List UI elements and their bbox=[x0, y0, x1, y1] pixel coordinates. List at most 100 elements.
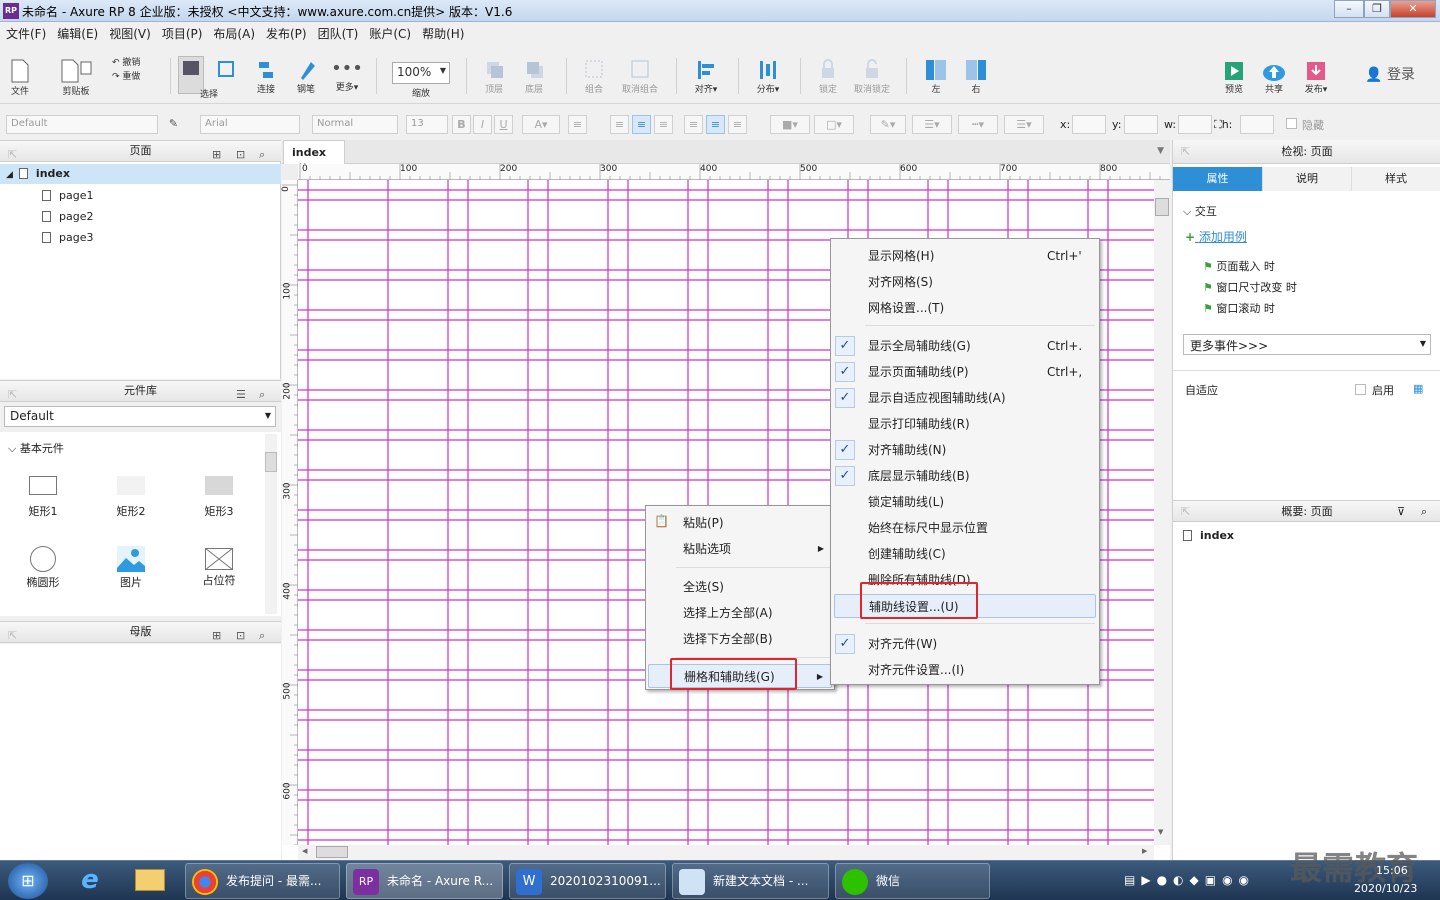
align-right-text-button[interactable]: ≡ bbox=[654, 115, 673, 134]
explorer-icon[interactable] bbox=[130, 867, 170, 895]
tab-style[interactable]: 样式 bbox=[1352, 167, 1440, 191]
preview-button[interactable]: 预览 bbox=[1220, 60, 1248, 95]
menu-edit[interactable]: 编辑(E) bbox=[51, 22, 103, 42]
weight-select[interactable]: Normal bbox=[312, 115, 398, 134]
start-button[interactable]: ⊞ bbox=[8, 863, 48, 899]
filter-icon[interactable]: ⊽ bbox=[1397, 501, 1405, 522]
add-master-icon[interactable]: ⊞ bbox=[212, 626, 221, 646]
redo-button[interactable]: ↷ 重做 bbox=[112, 70, 152, 84]
horizontal-ruler[interactable]: 0 100 200 300 400 500 600 700 800 bbox=[298, 164, 1170, 180]
widget-image[interactable]: 图片 bbox=[101, 546, 161, 590]
line-style-button[interactable]: ┅▾ bbox=[958, 115, 998, 134]
page-item-page1[interactable]: page1 bbox=[42, 189, 93, 202]
tab-notes[interactable]: 说明 bbox=[1263, 167, 1352, 191]
event-page-load[interactable]: ⚑ 页面载入 时 bbox=[1203, 258, 1275, 274]
font-size-select[interactable]: 13 bbox=[406, 115, 448, 134]
submenu-item-1[interactable]: 对齐网格(S) bbox=[831, 270, 1099, 294]
menu-view[interactable]: 视图(V) bbox=[103, 22, 156, 42]
menu-item-paste[interactable]: 粘贴(P) bbox=[646, 511, 834, 535]
adaptive-settings-icon[interactable]: ▦ bbox=[1413, 382, 1423, 395]
menu-item-paste-options[interactable]: 粘贴选项 ▶ bbox=[646, 537, 834, 561]
interaction-section[interactable]: ⌵ 交互 bbox=[1183, 203, 1217, 219]
page-item-index[interactable]: ◢ index bbox=[0, 164, 281, 184]
adaptive-enable-checkbox[interactable] bbox=[1355, 384, 1366, 395]
file-button[interactable]: 文件 bbox=[6, 58, 34, 97]
align-button[interactable]: 对齐▾ bbox=[686, 58, 726, 95]
menu-team[interactable]: 团队(T) bbox=[312, 22, 364, 42]
widget-rect3[interactable]: 矩形3 bbox=[189, 476, 249, 519]
login-button[interactable]: 👤 登录 bbox=[1362, 64, 1418, 84]
maximize-button[interactable]: ❐ bbox=[1364, 0, 1390, 18]
send-bottom-button[interactable]: 底层 bbox=[518, 58, 550, 95]
task-wechat[interactable]: 微信 bbox=[835, 863, 990, 899]
fill-color-button[interactable]: ■▾ bbox=[770, 115, 810, 134]
library-scrollbar[interactable] bbox=[265, 434, 277, 614]
submenu-item-4[interactable]: ✓ 显示页面辅助线(P) Ctrl+, bbox=[831, 360, 1099, 384]
hide-checkbox[interactable] bbox=[1286, 118, 1297, 129]
tab-dropdown-icon[interactable]: ▼ bbox=[1157, 146, 1164, 156]
w-input[interactable] bbox=[1178, 115, 1212, 134]
menu-item-select-all[interactable]: 全选(S) bbox=[646, 575, 834, 599]
submenu-item-11[interactable]: 创建辅助线(C) bbox=[831, 542, 1099, 566]
submenu-item-0[interactable]: 显示网格(H) Ctrl+' bbox=[831, 244, 1099, 268]
dock-right-button[interactable]: 右 bbox=[962, 58, 990, 95]
menu-publish[interactable]: 发布(P) bbox=[260, 22, 312, 42]
search-icon[interactable]: ⌕ bbox=[259, 626, 265, 646]
italic-button[interactable]: I bbox=[473, 115, 492, 134]
clock-date[interactable]: 2020/10/23 bbox=[1354, 882, 1417, 895]
add-case-link[interactable]: + 添加用例 bbox=[1185, 228, 1247, 245]
style-edit-icon[interactable]: ✎ bbox=[164, 115, 183, 134]
font-color-button[interactable]: A▾ bbox=[522, 115, 560, 134]
dock-left-button[interactable]: 左 bbox=[922, 58, 950, 95]
canvas-horizontal-scrollbar[interactable]: ◀ ▶ bbox=[298, 845, 1154, 860]
page-item-page3[interactable]: page3 bbox=[42, 231, 93, 244]
more-events-select[interactable]: 更多事件>>> ▼ bbox=[1183, 334, 1431, 355]
search-icon[interactable]: ⌕ bbox=[259, 385, 265, 405]
tab-index[interactable]: index × bbox=[283, 140, 345, 172]
task-axure[interactable]: RP 未命名 - Axure R... bbox=[346, 863, 503, 899]
ungroup-button[interactable]: 取消组合 bbox=[616, 58, 664, 95]
distribute-button[interactable]: 分布▾ bbox=[748, 58, 788, 95]
undo-button[interactable]: ↶ 撤销 bbox=[112, 56, 152, 70]
category-basic[interactable]: ⌵ 基本元件 bbox=[8, 440, 64, 456]
menu-item-select-above[interactable]: 选择上方全部(A) bbox=[646, 601, 834, 625]
lock-button[interactable]: 锁定 bbox=[810, 58, 846, 95]
widget-rect2[interactable]: 矩形2 bbox=[101, 476, 161, 519]
library-select[interactable]: Default ▼ bbox=[4, 406, 276, 427]
submenu-item-5[interactable]: ✓ 显示自适应视图辅助线(A) bbox=[831, 386, 1099, 410]
valign-bottom-button[interactable]: ≡ bbox=[728, 115, 747, 134]
style-select[interactable]: Default bbox=[6, 115, 158, 134]
more-button[interactable]: ••• 更多▾ bbox=[330, 58, 364, 93]
event-window-resize[interactable]: ⚑ 窗口尺寸改变 时 bbox=[1203, 279, 1297, 295]
task-chrome[interactable]: 发布提问 - 最需... bbox=[185, 863, 340, 899]
menu-account[interactable]: 账户(C) bbox=[363, 22, 416, 42]
menu-layout[interactable]: 布局(A) bbox=[207, 22, 260, 42]
vertical-ruler[interactable]: 0 100 200 300 400 500 600 bbox=[281, 180, 298, 846]
event-window-scroll[interactable]: ⚑ 窗口滚动 时 bbox=[1203, 300, 1275, 316]
widget-ellipse[interactable]: 椭圆形 bbox=[13, 546, 73, 590]
submenu-item-14[interactable]: ✓ 对齐元件(W) bbox=[831, 632, 1099, 656]
select-mode-button[interactable] bbox=[214, 58, 238, 82]
close-button[interactable]: ✕ bbox=[1390, 0, 1436, 18]
submenu-item-3[interactable]: ✓ 显示全局辅助线(G) Ctrl+. bbox=[831, 334, 1099, 358]
outline-item-index[interactable]: index bbox=[1183, 529, 1234, 542]
underline-button[interactable]: U bbox=[494, 115, 513, 134]
menu-item-select-below[interactable]: 选择下方全部(B) bbox=[646, 627, 834, 651]
pen-button[interactable]: 钢笔 bbox=[292, 58, 320, 95]
align-left-text-button[interactable]: ≡ bbox=[610, 115, 629, 134]
tab-properties[interactable]: 属性 bbox=[1173, 167, 1263, 191]
valign-top-button[interactable]: ≡ bbox=[684, 115, 703, 134]
zoom-select[interactable]: 100% ▼ bbox=[392, 62, 450, 84]
font-select[interactable]: Arial bbox=[200, 115, 300, 134]
canvas-vertical-scrollbar[interactable]: ▼ bbox=[1154, 180, 1170, 845]
group-button[interactable]: 组合 bbox=[578, 58, 610, 95]
search-icon[interactable]: ⌕ bbox=[1421, 501, 1427, 522]
valign-middle-button[interactable]: ≡ bbox=[706, 115, 725, 134]
line-width-button[interactable]: ☰▾ bbox=[912, 115, 952, 134]
submenu-item-2[interactable]: 网格设置...(T) bbox=[831, 296, 1099, 320]
add-folder-icon[interactable]: ⊡ bbox=[236, 626, 245, 646]
clock-time[interactable]: 15:06 bbox=[1376, 864, 1408, 877]
widget-placeholder[interactable]: 占位符 bbox=[189, 546, 249, 588]
submenu-item-15[interactable]: 对齐元件设置...(I) bbox=[831, 658, 1099, 682]
menu-file[interactable]: 文件(F) bbox=[0, 22, 51, 42]
